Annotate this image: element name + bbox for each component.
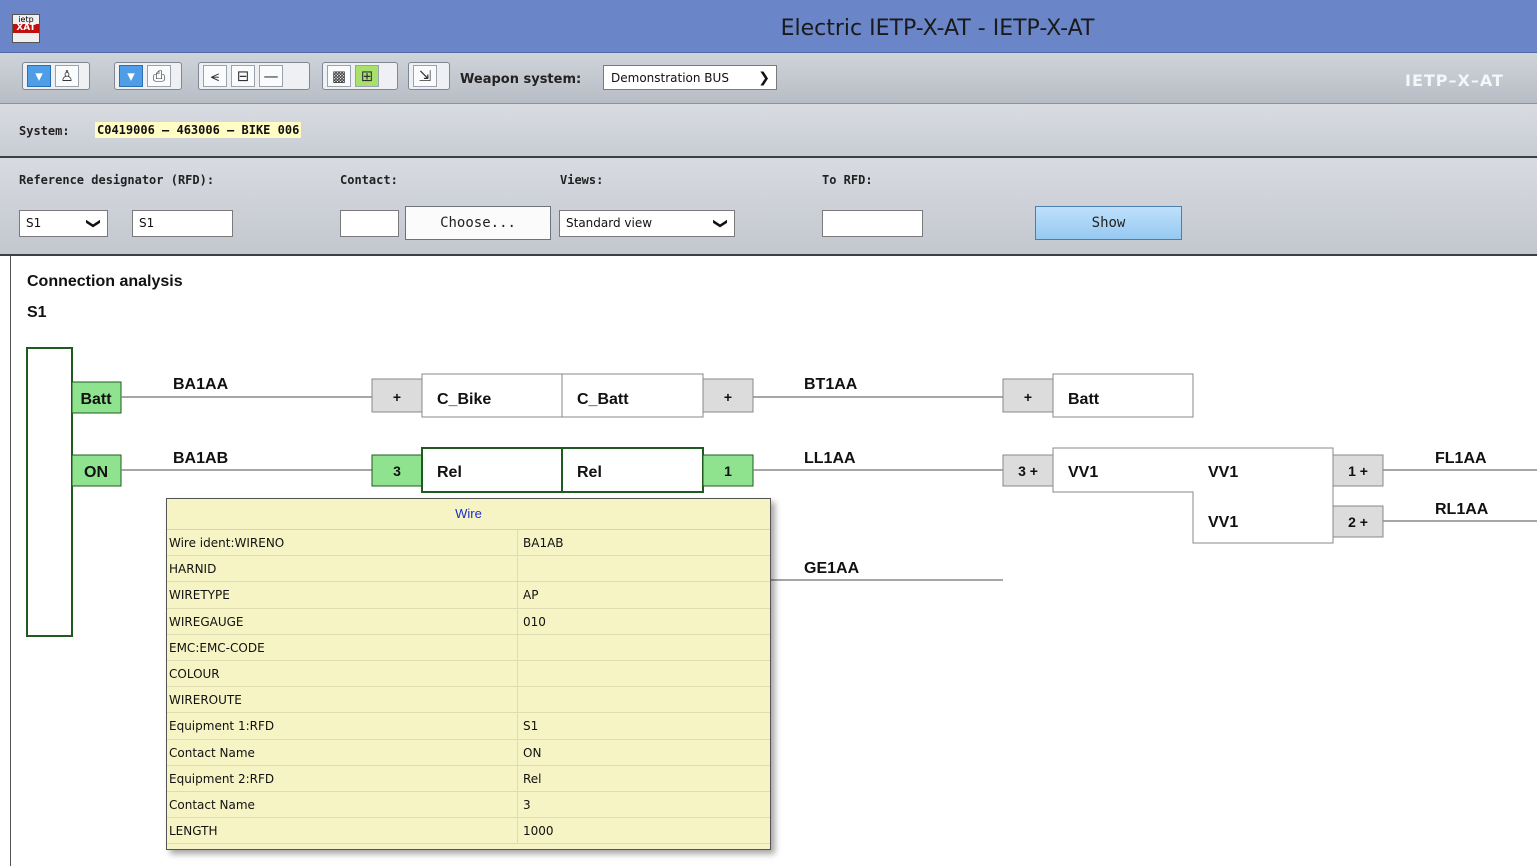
pin-1-label: 1 (724, 463, 732, 479)
wire-fl1aa-label: FL1AA (1435, 450, 1487, 467)
popup-row-key: WIREGAUGE (167, 608, 518, 634)
popup-table: Wire ident:WIRENO BA1AB HARNID WIRETYPE AP WI… (167, 530, 770, 845)
popup-row: WIREROUTE (167, 687, 770, 714)
popup-row: WIREGAUGE 010 (167, 608, 770, 635)
popup-row-value: ON (523, 745, 542, 760)
popup-row-value: 1000 (523, 824, 554, 839)
popup-row-value (518, 635, 523, 660)
component-c-bike-label: C_Bike (437, 391, 491, 408)
popup-row-key: WIRETYPE (167, 582, 518, 608)
s1-component-box[interactable] (26, 347, 73, 637)
popup-row: EMC:EMC-CODE (167, 634, 770, 661)
popup-row-key: LENGTH (167, 818, 518, 844)
popup-row-key: WIREROUTE (167, 687, 518, 713)
component-vv1-label: VV1 (1208, 514, 1238, 531)
popup-row-key: Contact Name (167, 739, 518, 765)
popup-row-key: HARNID (167, 556, 518, 582)
pin-batt-label: Batt (80, 391, 112, 408)
wire-ge1aa-label: GE1AA (804, 560, 860, 577)
wire-info-popup: Wire Wire ident:WIRENO BA1AB HARNID WIRETYP… (166, 498, 771, 850)
component-vv1-label: VV1 (1068, 464, 1098, 481)
popup-title: Wire (167, 499, 770, 530)
popup-row-value: 010 (523, 614, 546, 629)
popup-row-value: Rel (523, 771, 542, 786)
wire-ll1aa-label: LL1AA (804, 450, 856, 467)
popup-row-key: Equipment 2:RFD (167, 765, 518, 791)
popup-row: LENGTH 1000 (167, 818, 770, 845)
component-c-batt-label: C_Batt (577, 391, 629, 408)
popup-row-value: S1 (523, 719, 539, 734)
wire-rl1aa-label: RL1AA (1435, 501, 1489, 518)
wire-ba1ab-label: BA1AB (173, 450, 228, 467)
pin-plus-label: + (1024, 389, 1032, 405)
pin-2plus-label: 2 + (1348, 514, 1368, 530)
wire-ba1aa-label: BA1AA (173, 376, 229, 393)
pin-3-label: 3 (393, 463, 401, 479)
popup-row: WIRETYPE AP (167, 582, 770, 609)
popup-row-value (518, 556, 523, 581)
pin-3plus-label: 3 + (1018, 463, 1038, 479)
popup-row-value: 3 (523, 797, 531, 812)
popup-row: Contact Name 3 (167, 791, 770, 819)
component-vv1-label: VV1 (1208, 464, 1238, 481)
wire-bt1aa-label: BT1AA (804, 376, 858, 393)
popup-row-key: Equipment 1:RFD (167, 713, 518, 739)
popup-row-key: COLOUR (167, 660, 518, 687)
popup-row: COLOUR (167, 660, 770, 688)
popup-row-value: BA1AB (523, 536, 564, 550)
popup-row: Contact Name ON (167, 739, 770, 766)
popup-row: HARNID (167, 556, 770, 583)
component-batt-label: Batt (1068, 391, 1100, 408)
pin-plus-label: + (724, 389, 732, 405)
popup-row-value: AP (523, 588, 539, 603)
pin-plus-label: + (393, 389, 401, 405)
popup-row-value (518, 661, 523, 686)
pin-on-label: ON (84, 464, 108, 481)
popup-row: Equipment 1:RFD S1 (167, 713, 770, 740)
popup-row-key: Contact Name (167, 791, 518, 818)
popup-row-key: EMC:EMC-CODE (167, 634, 518, 660)
popup-row: Wire ident:WIRENO BA1AB (167, 530, 770, 557)
component-rel-left-label: Rel (437, 464, 462, 481)
component-rel-right-label: Rel (577, 464, 602, 481)
popup-row-value (518, 687, 523, 712)
popup-row-key: Wire ident:WIRENO (167, 530, 518, 556)
popup-row: Equipment 2:RFD Rel (167, 765, 770, 792)
component-vv1[interactable] (1052, 447, 1334, 544)
pin-1plus-label: 1 + (1348, 463, 1368, 479)
